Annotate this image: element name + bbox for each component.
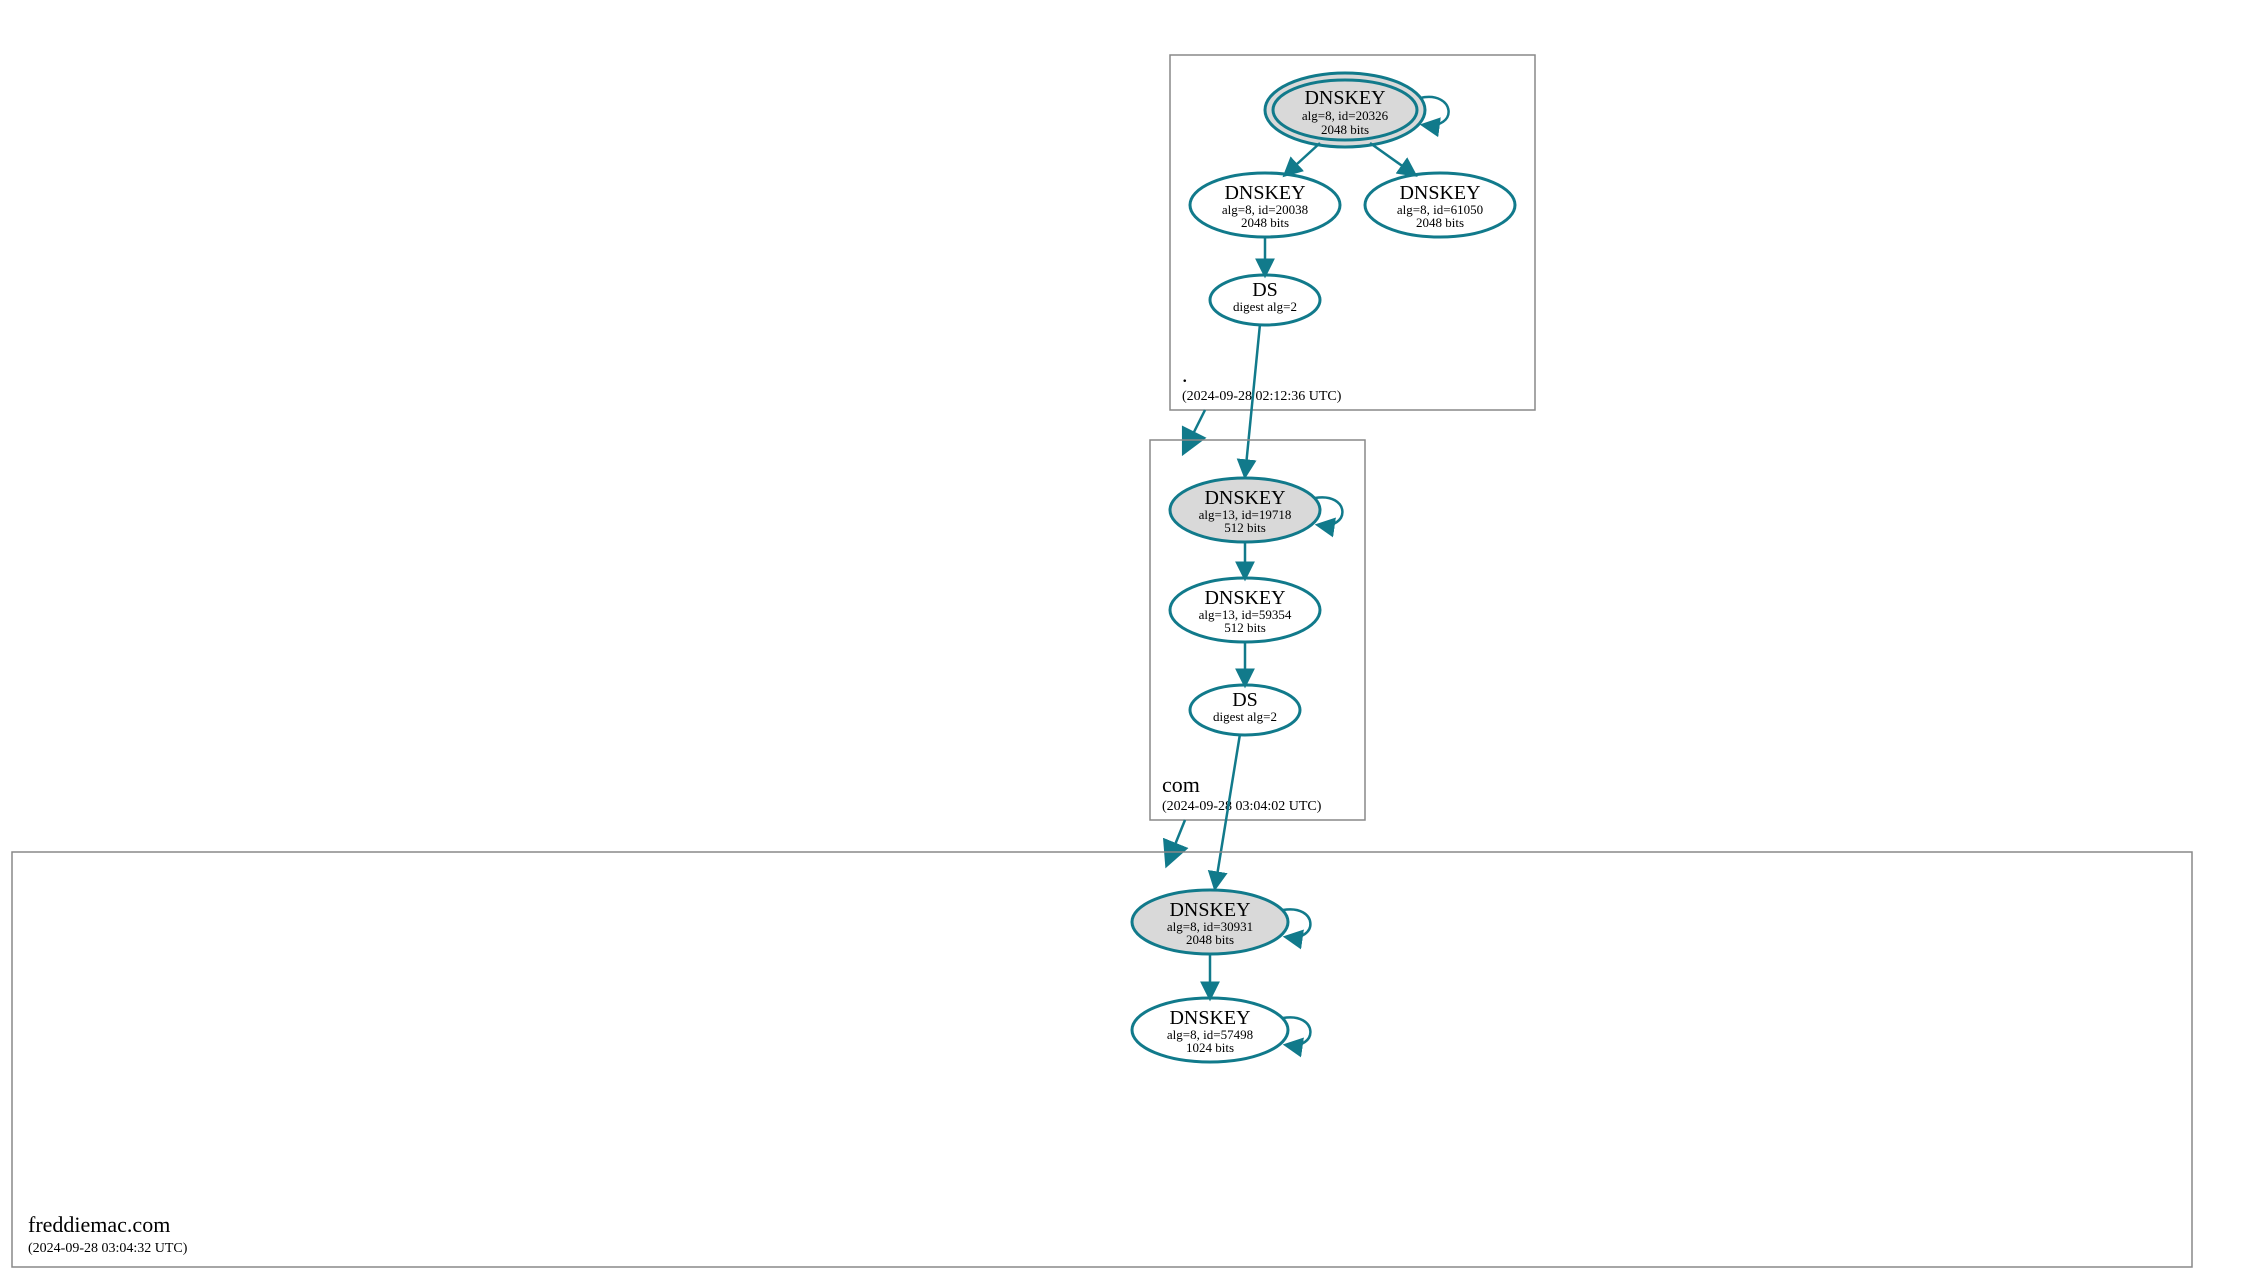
- edge-deleg-root-com: [1185, 410, 1205, 450]
- svg-text:DNSKEY: DNSKEY: [1204, 587, 1285, 609]
- node-root-ds: DS digest alg=2: [1210, 275, 1320, 325]
- zone-domain-ts: (2024-09-28 03:04:32 UTC): [28, 1241, 188, 1256]
- svg-text:2048 bits: 2048 bits: [1186, 932, 1234, 947]
- zone-com-ts: (2024-09-28 03:04:02 UTC): [1162, 799, 1322, 814]
- node-root-ksk: DNSKEY alg=8, id=20326 2048 bits: [1265, 73, 1425, 147]
- svg-text:1024 bits: 1024 bits: [1186, 1040, 1234, 1055]
- svg-text:512 bits: 512 bits: [1224, 620, 1266, 635]
- zone-root: . (2024-09-28 02:12:36 UTC) DNSKEY alg=8…: [1170, 55, 1535, 410]
- node-com-ds: DS digest alg=2: [1190, 685, 1300, 735]
- svg-text:DNSKEY: DNSKEY: [1304, 87, 1385, 109]
- svg-text:DNSKEY: DNSKEY: [1169, 899, 1250, 921]
- node-domain-zsk: DNSKEY alg=8, id=57498 1024 bits: [1132, 998, 1288, 1062]
- zone-domain-name: freddiemac.com: [28, 1212, 170, 1237]
- svg-text:alg=8, id=20326: alg=8, id=20326: [1302, 108, 1389, 123]
- svg-text:DNSKEY: DNSKEY: [1169, 1007, 1250, 1029]
- zone-com-name: com: [1162, 772, 1200, 797]
- svg-text:512 bits: 512 bits: [1224, 520, 1266, 535]
- zone-root-name: .: [1182, 362, 1188, 387]
- edge-deleg-com-domain: [1168, 820, 1185, 862]
- zone-com: com (2024-09-28 03:04:02 UTC) DNSKEY alg…: [1150, 440, 1365, 820]
- node-root-zsk1: DNSKEY alg=8, id=20038 2048 bits: [1190, 173, 1340, 237]
- svg-text:digest alg=2: digest alg=2: [1233, 299, 1297, 314]
- svg-text:DS: DS: [1232, 689, 1258, 711]
- zone-domain: freddiemac.com (2024-09-28 03:04:32 UTC)…: [12, 852, 2192, 1267]
- node-domain-ksk: DNSKEY alg=8, id=30931 2048 bits: [1132, 890, 1288, 954]
- edge-rootksk-zsk1: [1285, 143, 1320, 175]
- node-com-ksk: DNSKEY alg=13, id=19718 512 bits: [1170, 478, 1320, 542]
- svg-text:DS: DS: [1252, 279, 1278, 301]
- edge-rootksk-zsk2: [1370, 143, 1415, 175]
- svg-text:DNSKEY: DNSKEY: [1399, 182, 1480, 204]
- node-root-zsk2: DNSKEY alg=8, id=61050 2048 bits: [1365, 173, 1515, 237]
- node-com-zsk: DNSKEY alg=13, id=59354 512 bits: [1170, 578, 1320, 642]
- svg-text:2048 bits: 2048 bits: [1416, 215, 1464, 230]
- svg-text:DNSKEY: DNSKEY: [1204, 487, 1285, 509]
- dnssec-diagram: . (2024-09-28 02:12:36 UTC) DNSKEY alg=8…: [0, 0, 2251, 1278]
- svg-text:2048 bits: 2048 bits: [1321, 122, 1369, 137]
- svg-text:2048 bits: 2048 bits: [1241, 215, 1289, 230]
- zone-root-ts: (2024-09-28 02:12:36 UTC): [1182, 389, 1342, 404]
- svg-text:DNSKEY: DNSKEY: [1224, 182, 1305, 204]
- svg-text:digest alg=2: digest alg=2: [1213, 709, 1277, 724]
